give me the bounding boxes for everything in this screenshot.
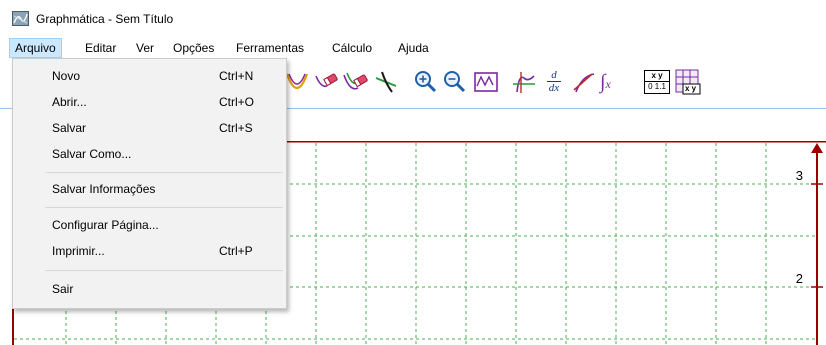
menu-item-label: Salvar Informações (52, 182, 156, 196)
menu-item-label: Abrir... (52, 95, 87, 109)
menu-item-label: Salvar Como... (52, 147, 132, 161)
data-table-values: 0 1.1 (648, 82, 666, 91)
menu-ferramentas[interactable]: Ferramentas (230, 38, 310, 58)
menu-opcoes[interactable]: Opções (167, 38, 220, 58)
zoom-out-icon[interactable] (441, 68, 469, 96)
y-axis-arrow (811, 143, 823, 153)
title-bar: Graphmática - Sem Título (0, 0, 826, 38)
menu-item-configurar-pagina[interactable]: Configurar Página... (14, 212, 285, 238)
menu-item-salvar[interactable]: Salvar Ctrl+S (14, 115, 285, 141)
menu-ajuda[interactable]: Ajuda (392, 38, 435, 58)
intersection-icon[interactable] (372, 68, 400, 96)
menu-item-label: Imprimir... (52, 244, 105, 258)
derivative-icon[interactable]: d dx (540, 68, 568, 96)
menu-arquivo[interactable]: Arquivo (9, 38, 62, 58)
zoom-fit-icon[interactable] (472, 68, 500, 96)
app-icon (12, 11, 29, 26)
menu-item-novo[interactable]: Novo Ctrl+N (14, 63, 285, 89)
menu-item-shortcut: Ctrl+O (219, 95, 255, 109)
y-tick-label-3: 3 (796, 168, 803, 183)
parabola-icon[interactable] (283, 68, 311, 96)
menu-item-imprimir[interactable]: Imprimir... Ctrl+P (14, 238, 285, 264)
menu-item-shortcut: Ctrl+P (219, 244, 253, 258)
file-menu-dropdown: Novo Ctrl+N Abrir... Ctrl+O Salvar Ctrl+… (12, 58, 287, 309)
slope-line-icon[interactable] (570, 68, 598, 96)
menu-calculo[interactable]: Cálculo (326, 38, 378, 58)
menu-separator (45, 270, 283, 271)
menu-ver[interactable]: Ver (130, 38, 160, 58)
integral-variable: x (605, 77, 611, 91)
menu-item-label: Sair (52, 282, 74, 296)
menu-item-salvar-informacoes[interactable]: Salvar Informações (14, 176, 285, 202)
multi-curve-eraser-icon[interactable] (342, 68, 370, 96)
data-table-header: x y (645, 71, 669, 82)
menu-separator (45, 172, 283, 173)
menu-bar: Arquivo Editar Ver Opções Ferramentas Cá… (0, 38, 826, 58)
derivative-bottom: dx (548, 82, 560, 94)
menu-item-sair[interactable]: Sair (14, 276, 285, 302)
menu-item-label: Configurar Página... (52, 218, 159, 232)
menu-editar[interactable]: Editar (79, 38, 122, 58)
grid-table-label: x y (685, 84, 697, 93)
tangent-icon[interactable] (510, 68, 538, 96)
menu-item-label: Salvar (52, 121, 87, 135)
zoom-in-icon[interactable] (412, 68, 440, 96)
curve-eraser-icon[interactable] (313, 68, 341, 96)
window-title: Graphmática - Sem Título (36, 12, 174, 26)
menu-item-salvar-como[interactable]: Salvar Como... (14, 141, 285, 167)
grid-table-icon[interactable]: x y (674, 68, 702, 96)
integral-icon[interactable]: ∫x (600, 68, 628, 96)
menu-item-shortcut: Ctrl+N (219, 69, 254, 83)
derivative-top: d (547, 69, 561, 82)
menu-item-shortcut: Ctrl+S (219, 121, 253, 135)
y-tick-label-2: 2 (796, 271, 803, 286)
menu-item-abrir[interactable]: Abrir... Ctrl+O (14, 89, 285, 115)
menu-item-label: Novo (52, 69, 81, 83)
menu-separator (45, 207, 283, 208)
data-table-icon[interactable]: x y 0 1.1 (644, 70, 670, 94)
